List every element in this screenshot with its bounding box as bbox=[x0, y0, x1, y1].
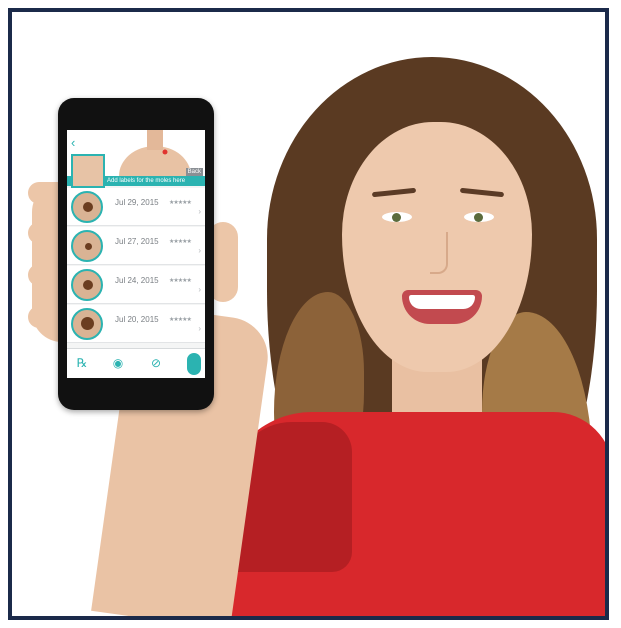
mole-marker bbox=[162, 149, 168, 155]
entry-rating: ★★★★★ bbox=[169, 278, 192, 284]
chevron-right-icon: › bbox=[198, 246, 201, 255]
left-iris bbox=[392, 213, 401, 222]
back-chevron-icon[interactable]: ‹ bbox=[71, 136, 75, 149]
list-item[interactable]: Jul 27, 2015 ★★★★★ › bbox=[67, 227, 205, 265]
entry-date: Jul 29, 2015 bbox=[115, 198, 159, 207]
finger bbox=[28, 306, 62, 328]
mole-photo bbox=[71, 269, 103, 301]
phone-screen: ‹ Back Add labels for the moles here Jul… bbox=[67, 130, 205, 378]
photo-frame: ‹ Back Add labels for the moles here Jul… bbox=[8, 8, 609, 620]
chevron-right-icon: › bbox=[198, 324, 201, 333]
teeth bbox=[409, 295, 475, 309]
list-item[interactable]: Jul 29, 2015 ★★★★★ › bbox=[67, 188, 205, 226]
dermatology-icon[interactable]: ℞ bbox=[75, 356, 89, 370]
list-item[interactable]: Jul 24, 2015 ★★★★★ › bbox=[67, 266, 205, 304]
bottom-tab-bar: ℞ ◉ ⊘ bbox=[67, 348, 205, 378]
mole bbox=[81, 317, 94, 330]
label-prompt-text: Add labels for the moles here bbox=[107, 178, 186, 184]
profile-icon[interactable]: ◉ bbox=[111, 356, 125, 370]
back-button[interactable]: Back bbox=[185, 168, 203, 176]
mole bbox=[83, 280, 93, 290]
mole-photo bbox=[71, 308, 103, 340]
entry-date: Jul 24, 2015 bbox=[115, 276, 159, 285]
chevron-right-icon: › bbox=[198, 285, 201, 294]
right-iris bbox=[474, 213, 483, 222]
mole-photo bbox=[71, 191, 103, 223]
entry-rating: ★★★★★ bbox=[169, 239, 192, 245]
list-item[interactable]: Jul 20, 2015 ★★★★★ › bbox=[67, 305, 205, 343]
entry-date: Jul 27, 2015 bbox=[115, 237, 159, 246]
mole-photo bbox=[71, 230, 103, 262]
right-eye bbox=[464, 212, 494, 222]
camera-button[interactable] bbox=[187, 353, 201, 375]
chevron-right-icon: › bbox=[198, 207, 201, 216]
app-header: ‹ Back Add labels for the moles here bbox=[67, 130, 205, 188]
entry-rating: ★★★★★ bbox=[169, 317, 192, 323]
nose bbox=[430, 232, 448, 274]
entry-date: Jul 20, 2015 bbox=[115, 315, 159, 324]
photo-scene: ‹ Back Add labels for the moles here Jul… bbox=[12, 12, 605, 616]
bandage-icon[interactable]: ⊘ bbox=[149, 356, 163, 370]
body-area-thumbnail[interactable] bbox=[71, 154, 105, 188]
mole bbox=[85, 243, 92, 250]
smartphone: ‹ Back Add labels for the moles here Jul… bbox=[58, 98, 214, 410]
mole bbox=[83, 202, 93, 212]
left-eye bbox=[382, 212, 412, 222]
entry-rating: ★★★★★ bbox=[169, 200, 192, 206]
